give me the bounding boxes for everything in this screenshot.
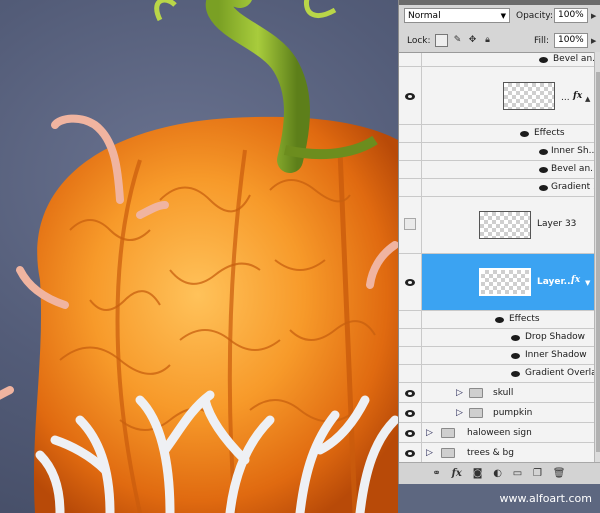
effect-name: Bevel an... bbox=[553, 54, 600, 64]
effects-header-row[interactable]: Effects bbox=[399, 311, 595, 329]
chevron-up-icon[interactable]: ▲ bbox=[585, 95, 590, 103]
blend-mode-value: Normal bbox=[408, 11, 441, 21]
folder-icon bbox=[441, 428, 455, 438]
layer-row[interactable]: ... fx ▲ bbox=[399, 67, 595, 125]
effect-row[interactable]: Inner Sh... bbox=[399, 143, 598, 161]
effect-name: Inner Sh... bbox=[551, 146, 598, 156]
effect-row[interactable]: Inner Shadow bbox=[399, 347, 595, 365]
layer-thumbnail bbox=[479, 211, 531, 239]
lock-transparency-icon[interactable] bbox=[435, 34, 448, 47]
layers-scrollbar[interactable] bbox=[594, 52, 600, 462]
effect-row[interactable]: Bevel an... bbox=[399, 161, 599, 179]
visibility-toggle[interactable] bbox=[404, 218, 416, 230]
scrollbar-thumb[interactable] bbox=[596, 72, 600, 452]
effects-header-row[interactable]: Effects bbox=[399, 125, 595, 143]
group-name: haloween sign bbox=[467, 428, 532, 438]
layer-name: Layer 33 bbox=[537, 219, 577, 229]
opacity-slider-arrow-icon[interactable]: ▶ bbox=[591, 12, 596, 20]
eye-icon[interactable] bbox=[511, 353, 520, 359]
eye-icon[interactable] bbox=[405, 410, 415, 417]
fx-icon[interactable]: fx bbox=[573, 91, 582, 101]
folder-icon bbox=[469, 388, 483, 398]
eye-icon[interactable] bbox=[405, 279, 415, 286]
layers-toolbar: ⚭ fx ◙ ◐ ▭ ❐ 🗑︎ bbox=[399, 462, 600, 484]
effect-name: Gradient Overlay bbox=[525, 368, 600, 378]
opacity-label: Opacity: bbox=[516, 11, 553, 21]
group-row[interactable]: ▷ skull bbox=[399, 383, 595, 403]
effect-name: Drop Shadow bbox=[525, 332, 586, 342]
eye-icon[interactable] bbox=[520, 131, 529, 137]
layer-name: ... bbox=[561, 93, 570, 103]
layer-name: Layer... bbox=[537, 277, 574, 287]
eye-icon[interactable] bbox=[495, 317, 504, 323]
layers-list: Bevel an... ... fx ▲ Effects Inner Sh...… bbox=[399, 52, 600, 463]
eye-icon[interactable] bbox=[405, 450, 415, 457]
fill-input[interactable]: 100% bbox=[554, 33, 588, 48]
new-layer-icon[interactable]: ❐ bbox=[533, 468, 542, 479]
fill-slider-arrow-icon[interactable]: ▶ bbox=[591, 37, 596, 45]
trash-icon[interactable]: 🗑︎ bbox=[553, 468, 566, 479]
site-credit: www.alfoart.com bbox=[398, 484, 600, 513]
fill-label: Fill: bbox=[534, 36, 550, 46]
layers-panel: Normal ▼ Opacity: 100% ▶ Lock: ✎ ✥ 🔒︎ Fi… bbox=[398, 0, 600, 500]
effects-label: Effects bbox=[509, 314, 540, 324]
effects-label: Effects bbox=[534, 128, 565, 138]
eye-icon[interactable] bbox=[539, 149, 548, 155]
folder-icon bbox=[469, 408, 483, 418]
chevron-right-icon[interactable]: ▷ bbox=[456, 388, 463, 398]
new-group-icon[interactable]: ▭ bbox=[513, 468, 522, 479]
fx-icon[interactable]: fx bbox=[452, 468, 462, 479]
group-name: trees & bg bbox=[467, 448, 514, 458]
eye-icon[interactable] bbox=[511, 335, 520, 341]
eye-icon[interactable] bbox=[405, 390, 415, 397]
lock-label: Lock: bbox=[407, 36, 431, 46]
layer-thumbnail bbox=[503, 82, 555, 110]
folder-icon bbox=[441, 448, 455, 458]
layer-row[interactable]: Layer 33 bbox=[399, 197, 595, 254]
mask-icon[interactable]: ◙ bbox=[473, 468, 483, 479]
effect-row[interactable]: Bevel an... bbox=[399, 53, 600, 67]
adjustment-icon[interactable]: ◐ bbox=[493, 468, 502, 479]
panel-titlebar bbox=[399, 0, 600, 5]
brush-icon[interactable]: ✎ bbox=[452, 34, 463, 45]
group-row[interactable]: ▷ trees & bg bbox=[399, 443, 595, 463]
opacity-input[interactable]: 100% bbox=[554, 8, 588, 23]
blend-mode-select[interactable]: Normal ▼ bbox=[404, 8, 510, 23]
eye-icon[interactable] bbox=[539, 57, 548, 63]
lock-icon[interactable]: 🔒︎ bbox=[482, 34, 493, 45]
chevron-right-icon[interactable]: ▷ bbox=[426, 428, 433, 438]
eye-icon[interactable] bbox=[405, 430, 415, 437]
group-row[interactable]: ▷ haloween sign bbox=[399, 423, 595, 443]
group-row[interactable]: ▷ pumpkin bbox=[399, 403, 595, 423]
eye-icon[interactable] bbox=[539, 167, 548, 173]
effect-name: Gradient ... bbox=[551, 182, 600, 192]
layer-row-selected[interactable]: Layer... fx ▼ bbox=[399, 254, 595, 311]
effect-name: Inner Shadow bbox=[525, 350, 587, 360]
fx-icon[interactable]: fx bbox=[571, 275, 580, 285]
link-icon[interactable]: ⚭ bbox=[432, 468, 440, 479]
credit-text: www.alfoart.com bbox=[499, 492, 592, 505]
chevron-right-icon[interactable]: ▷ bbox=[426, 448, 433, 458]
eye-icon[interactable] bbox=[511, 371, 520, 377]
eye-icon[interactable] bbox=[539, 185, 548, 191]
effect-name: Bevel an... bbox=[551, 164, 599, 174]
eye-icon[interactable] bbox=[405, 93, 415, 100]
lock-options: ✎ ✥ 🔒︎ bbox=[435, 34, 493, 47]
group-name: skull bbox=[493, 388, 514, 398]
effect-row[interactable]: Drop Shadow bbox=[399, 329, 595, 347]
effect-row[interactable]: Gradient ... bbox=[399, 179, 600, 197]
layer-thumbnail bbox=[479, 268, 531, 296]
move-icon[interactable]: ✥ bbox=[467, 34, 478, 45]
group-name: pumpkin bbox=[493, 408, 533, 418]
effect-row[interactable]: Gradient Overlay bbox=[399, 365, 600, 383]
chevron-right-icon[interactable]: ▷ bbox=[456, 408, 463, 418]
chevron-down-icon[interactable]: ▼ bbox=[585, 279, 590, 287]
chevron-down-icon: ▼ bbox=[500, 12, 506, 20]
